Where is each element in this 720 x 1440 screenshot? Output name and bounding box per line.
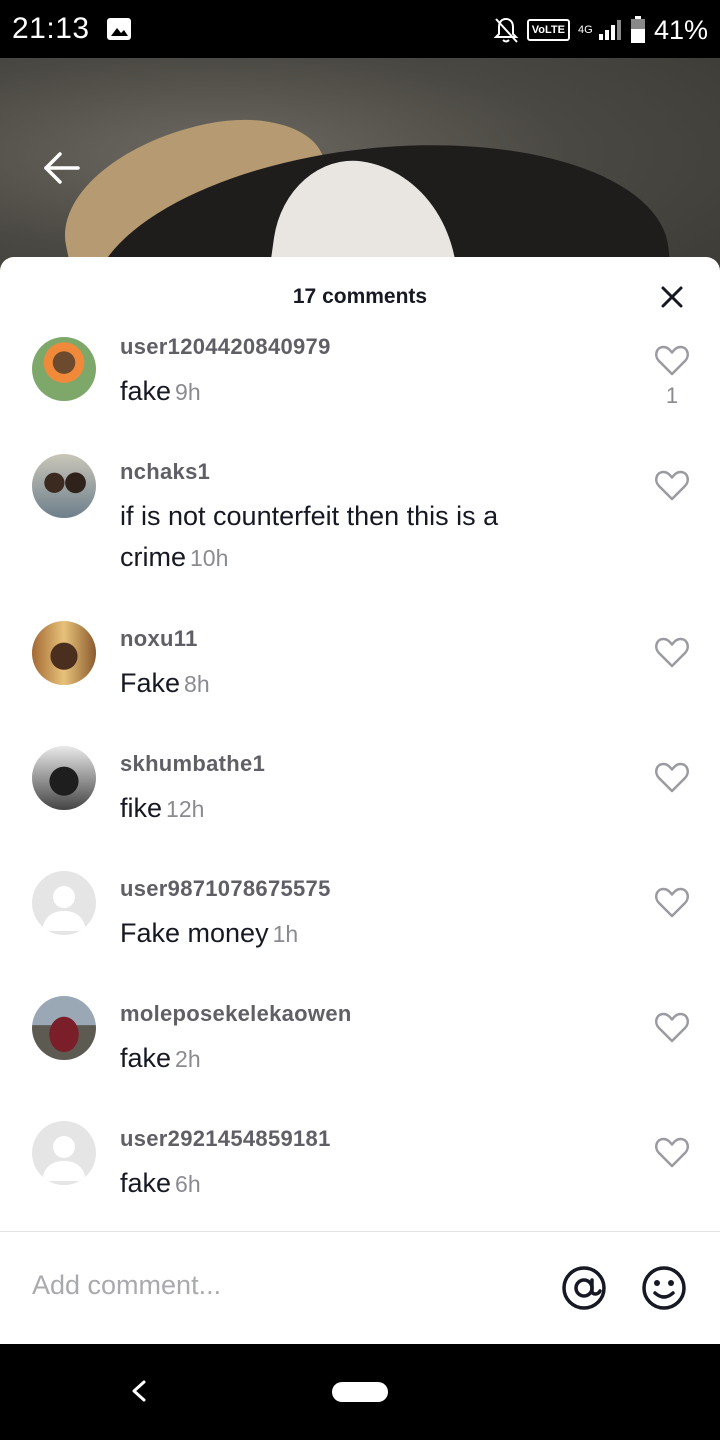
comment-username[interactable]: noxu11	[120, 626, 198, 652]
comment-time: 12h	[166, 796, 205, 822]
comments-count-title: 17 comments	[292, 285, 428, 308]
heart-outline-icon[interactable]	[654, 885, 690, 919]
signal-icon	[598, 20, 621, 40]
person-silhouette-icon	[42, 886, 86, 931]
volte-badge: VoLTE	[526, 19, 570, 41]
smiley-icon[interactable]	[640, 1264, 688, 1312]
comment-username[interactable]: user1204420840979	[120, 334, 331, 360]
image-notification-icon	[107, 18, 131, 40]
at-sign-icon[interactable]	[560, 1264, 608, 1312]
nav-back-icon[interactable]	[126, 1376, 152, 1406]
comment-body: fake	[120, 1168, 172, 1198]
comment-username[interactable]: nchaks1	[120, 459, 210, 485]
comment-text: fake 6h	[120, 1163, 580, 1205]
comment-time: 1h	[272, 921, 299, 947]
comment-text: fake 2h	[120, 1038, 580, 1080]
comment-username[interactable]: user2921454859181	[120, 1126, 331, 1152]
comment-text: fike 12h	[120, 788, 580, 830]
comment-time: 8h	[184, 671, 210, 697]
heart-outline-icon[interactable]	[654, 1135, 690, 1169]
comment-time: 2h	[175, 1046, 201, 1072]
comment-body: fike	[120, 793, 163, 823]
default-avatar-icon[interactable]	[32, 1121, 96, 1185]
heart-outline-icon[interactable]	[654, 1010, 690, 1044]
avatar[interactable]	[32, 337, 96, 401]
add-comment-input[interactable]: Add comment...	[32, 1270, 221, 1301]
comments-sheet: 17 comments user1204420840979 fake 9h 1 n…	[0, 257, 720, 1344]
heart-outline-icon[interactable]	[654, 343, 690, 377]
bell-off-icon	[493, 17, 519, 43]
comment-body: fake	[120, 376, 172, 406]
avatar[interactable]	[32, 454, 96, 518]
avatar[interactable]	[32, 621, 96, 685]
comment-body: if is not counterfeit then this is a cri…	[120, 501, 499, 572]
heart-outline-icon[interactable]	[654, 468, 690, 502]
system-nav-bar	[0, 1344, 720, 1440]
network-type: 4G	[577, 23, 593, 36]
comment-text: if is not counterfeit then this is a cri…	[120, 496, 580, 579]
avatar[interactable]	[32, 996, 96, 1060]
home-pill-button[interactable]	[332, 1382, 388, 1402]
status-time: 21:13	[12, 12, 90, 45]
battery-percent: 41%	[653, 14, 708, 45]
comment-username[interactable]: moleposekelekaowen	[120, 1001, 352, 1027]
comment-body: Fake	[120, 668, 181, 698]
heart-outline-icon[interactable]	[654, 760, 690, 794]
comment-username[interactable]: skhumbathe1	[120, 751, 265, 777]
comment-text: fake 9h	[120, 371, 580, 413]
default-avatar-icon[interactable]	[32, 871, 96, 935]
person-silhouette-icon	[42, 1136, 86, 1181]
like-count: 1	[665, 383, 679, 408]
heart-outline-icon[interactable]	[654, 635, 690, 669]
status-bar: 21:13 VoLTE 4G 41%	[0, 0, 720, 58]
comment-body: Fake money	[120, 918, 269, 948]
comment-time: 6h	[175, 1171, 201, 1197]
comment-text: Fake 8h	[120, 663, 580, 705]
status-icons: VoLTE 4G 41%	[493, 12, 708, 48]
comment-time: 9h	[175, 379, 201, 405]
avatar[interactable]	[32, 746, 96, 810]
comment-username[interactable]: user9871078675575	[120, 876, 331, 902]
arrow-left-icon[interactable]	[40, 146, 84, 190]
comment-input-bar: Add comment...	[0, 1231, 720, 1344]
comment-text: Fake money 1h	[120, 913, 580, 955]
close-icon[interactable]	[656, 281, 688, 313]
battery-icon	[630, 16, 645, 43]
comment-body: fake	[120, 1043, 172, 1073]
comment-time: 10h	[190, 545, 229, 571]
